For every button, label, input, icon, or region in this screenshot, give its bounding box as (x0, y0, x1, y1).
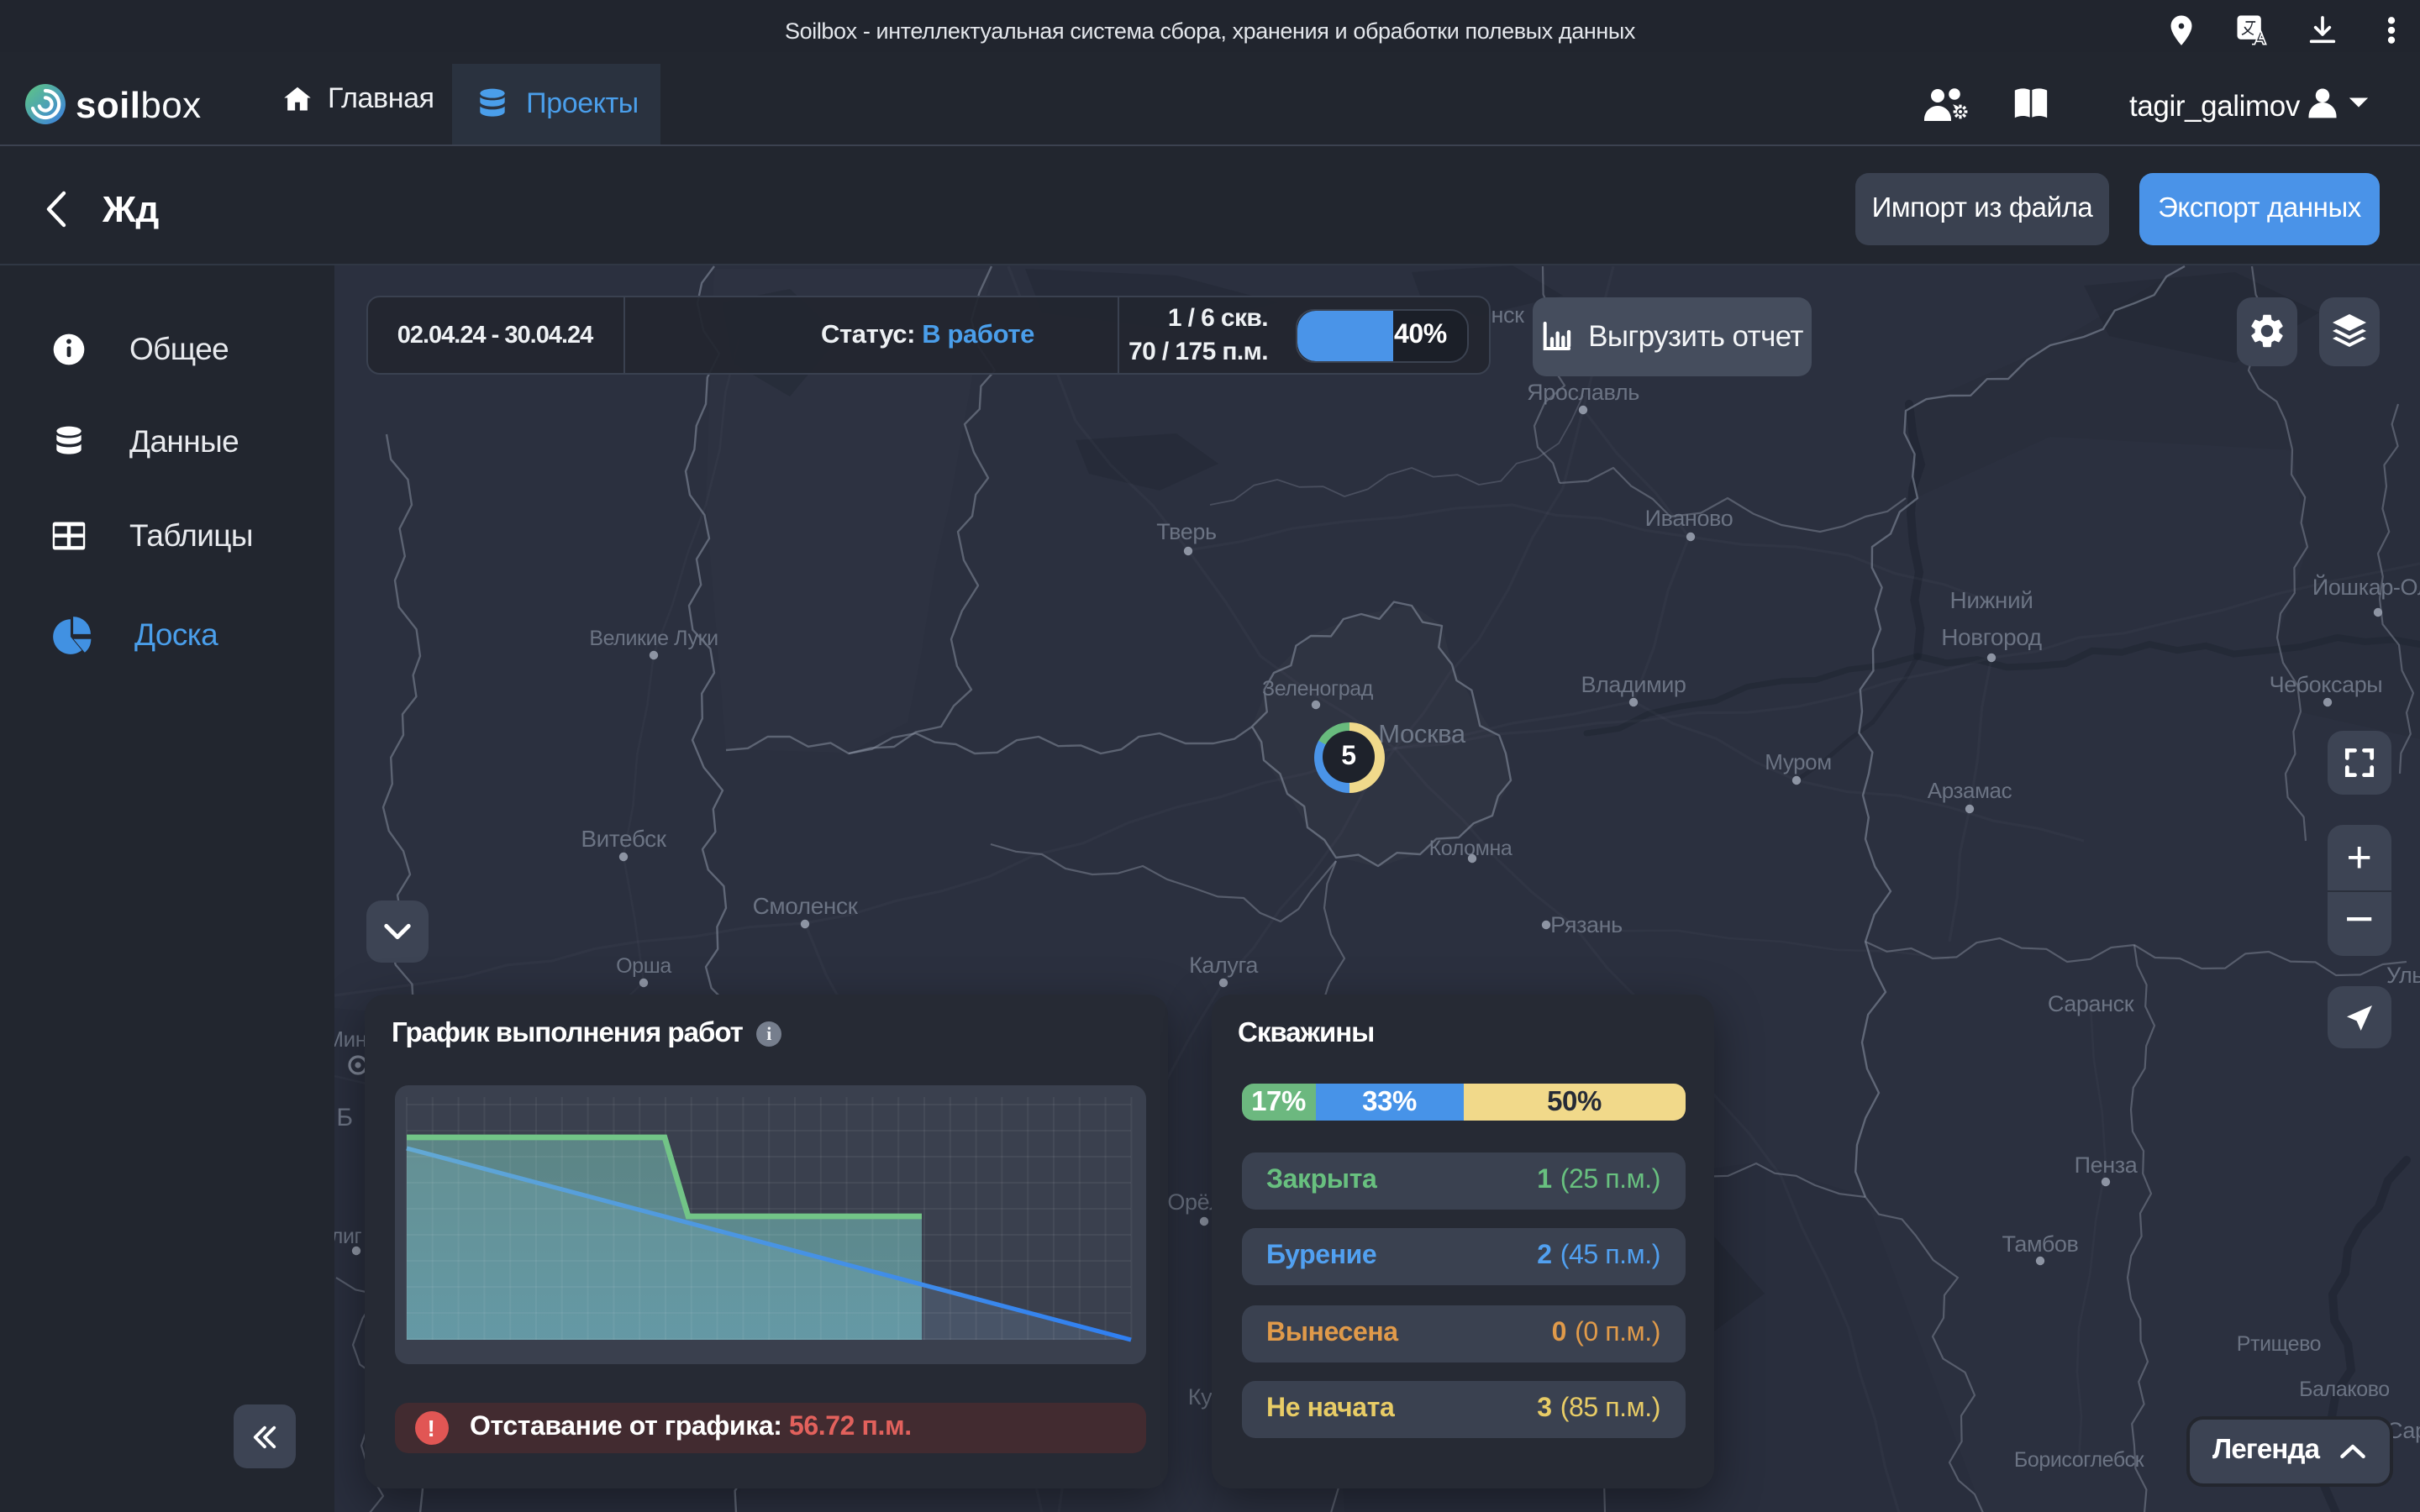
svg-text:Орша: Орша (616, 954, 671, 978)
svg-text:Нижний: Нижний (1950, 587, 2033, 613)
svg-text:Чебоксары: Чебоксары (2270, 672, 2383, 697)
svg-text:Великие Луки: Великие Луки (589, 627, 718, 650)
svg-text:Смоленск: Смоленск (753, 893, 859, 919)
svg-text:Борисоглебск: Борисоглебск (2014, 1448, 2145, 1472)
svg-text:Йошкар-Ол: Йошкар-Ол (2312, 574, 2420, 600)
svg-text:Ртищево: Ртищево (2237, 1332, 2321, 1356)
svg-text:лиг: лиг (334, 1225, 362, 1248)
svg-text:Ярославль: Ярославль (1527, 380, 1639, 405)
svg-text:Зеленоград: Зеленоград (1262, 677, 1374, 701)
svg-text:Арзамас: Арзамас (1928, 778, 2012, 803)
svg-text:Калуга: Калуга (1189, 953, 1259, 978)
svg-text:Б: Б (336, 1104, 352, 1131)
svg-text:Мин: Мин (334, 1026, 367, 1052)
svg-text:Иваново: Иваново (1645, 506, 1733, 531)
svg-text:Ку: Ку (1188, 1384, 1213, 1410)
svg-text:Улья: Улья (2386, 963, 2420, 988)
svg-text:Пенза: Пенза (2075, 1152, 2139, 1178)
svg-text:Муром: Муром (1765, 749, 1831, 774)
svg-text:Балаково: Балаково (2299, 1378, 2390, 1401)
svg-text:Владимир: Владимир (1581, 672, 1686, 697)
svg-text:Тверь: Тверь (1156, 519, 1216, 544)
svg-text:нск: нск (1491, 302, 1524, 328)
svg-text:Москва: Москва (1378, 719, 1466, 748)
svg-text:Новгород: Новгород (1941, 624, 2042, 650)
svg-text:Саранск: Саранск (2048, 991, 2134, 1016)
svg-text:Рязань: Рязань (1550, 912, 1623, 937)
svg-text:Тамбов: Тамбов (2002, 1231, 2079, 1257)
svg-text:Витебск: Витебск (581, 826, 666, 852)
